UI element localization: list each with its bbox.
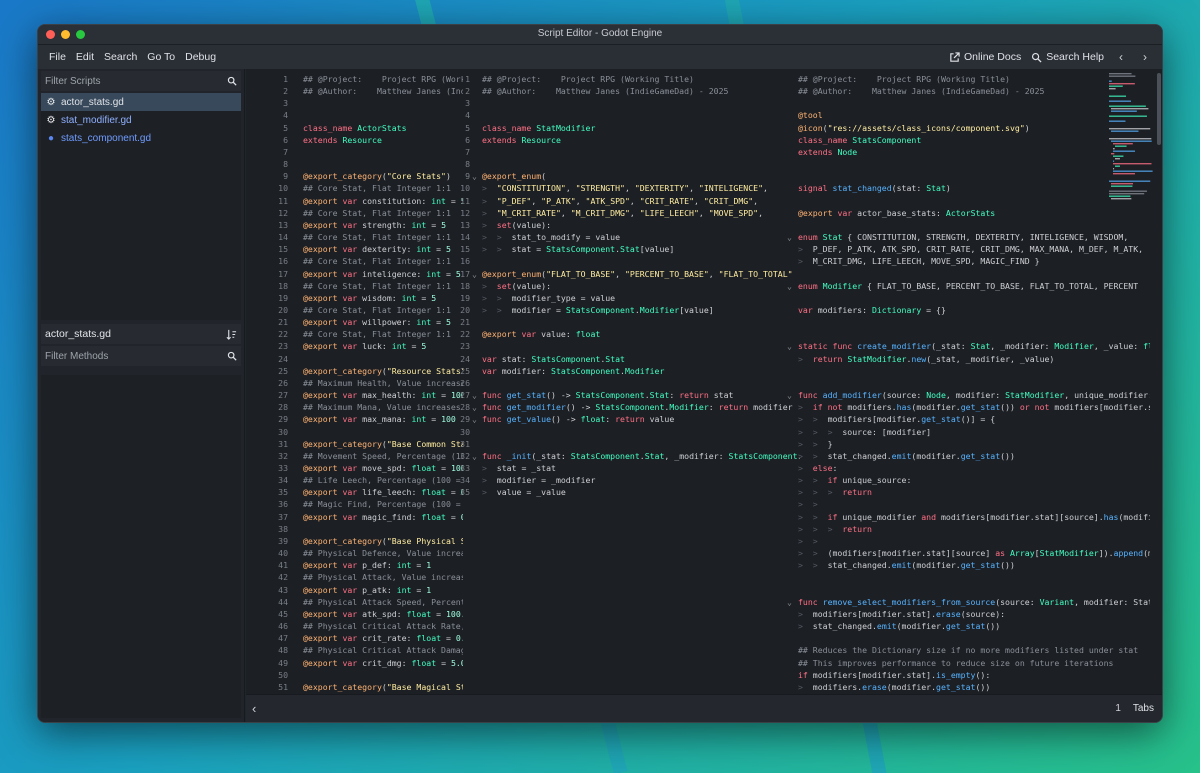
- gear-icon: ⚙: [46, 96, 56, 108]
- toolbar-right: Online Docs Search Help ‹ ›: [949, 50, 1162, 64]
- chevron-left-icon[interactable]: ‹: [1114, 50, 1128, 64]
- methods-list: [41, 375, 241, 718]
- menu-edit[interactable]: Edit: [71, 51, 99, 63]
- minimap-line: [1109, 100, 1131, 102]
- minimap-line: [1109, 85, 1123, 87]
- code-column-actor-stats[interactable]: ## @Project: Project RPG (Working Title)…: [303, 73, 463, 693]
- script-item-label: stats_component.gd: [61, 132, 152, 144]
- minimap-line: [1109, 75, 1136, 77]
- code-column-stats-component[interactable]: ## @Project: Project RPG (Working Title)…: [798, 73, 1150, 693]
- script-item-stats-component[interactable]: ● stats_component.gd: [41, 129, 241, 147]
- external-link-icon: [950, 51, 960, 62]
- scripts-panel: Filter Scripts ⚙ actor_stats.gd ⚙ stat_m…: [38, 69, 245, 722]
- filter-methods-placeholder: Filter Methods: [45, 350, 109, 362]
- minimap-line: [1109, 120, 1126, 122]
- status-bar: ‹ 1 Tabs: [246, 694, 1162, 722]
- script-item-actor-stats[interactable]: ⚙ actor_stats.gd: [41, 93, 241, 111]
- minimap-line: [1113, 143, 1133, 145]
- fold-gutter: ⌄ ⌄ ⌄ ⌄ ⌄ ⌄: [472, 171, 477, 461]
- menu-bar: File Edit Search Go To Debug Online Docs…: [38, 45, 1162, 69]
- minimap-line: [1109, 80, 1112, 82]
- code-column-stat-modifier[interactable]: ## @Project: Project RPG (Working Title)…: [482, 73, 800, 498]
- minimap-line: [1113, 160, 1115, 162]
- minimap-line: [1115, 145, 1127, 147]
- current-file-name: actor_stats.gd: [45, 328, 111, 340]
- script-item-stat-modifier[interactable]: ⚙ stat_modifier.gd: [41, 111, 241, 129]
- search-icon: [227, 351, 237, 361]
- collapse-panel-icon[interactable]: ‹: [246, 701, 256, 716]
- minimap-line: [1109, 115, 1147, 117]
- minimap-line: [1109, 193, 1145, 195]
- line-gutter: 1 2 3 4 5 6 7 8 9 10 11 12 13 14 15 16 1…: [278, 74, 288, 692]
- title-bar: Script Editor - Godot Engine: [38, 25, 1162, 45]
- minimap-line: [1111, 153, 1115, 155]
- minimap-line: [1109, 190, 1147, 192]
- minimap-line: [1109, 88, 1116, 90]
- minimap-line: [1113, 170, 1153, 172]
- minimap-line: [1115, 158, 1120, 160]
- filter-scripts-input[interactable]: Filter Scripts: [41, 71, 241, 91]
- menu-debug[interactable]: Debug: [180, 51, 221, 63]
- minimap-line: [1113, 168, 1115, 170]
- minimap-line: [1111, 110, 1137, 112]
- minimap-line: [1109, 138, 1152, 140]
- minimap-line: [1113, 148, 1115, 150]
- script-item-label: actor_stats.gd: [61, 96, 124, 108]
- search-help-label: Search Help: [1046, 51, 1104, 63]
- fold-gutter: ⌄ ⌄ ⌄ ⌄ ⌄: [787, 232, 792, 607]
- code-minimap[interactable]: [1109, 73, 1155, 213]
- minimap-line: [1111, 108, 1149, 110]
- node-circle-icon: ●: [47, 132, 55, 144]
- menu-search[interactable]: Search: [99, 51, 142, 63]
- minimap-line: [1111, 183, 1133, 185]
- minimap-line: [1109, 105, 1146, 107]
- minimap-line: [1109, 128, 1151, 130]
- menu-go-to[interactable]: Go To: [142, 51, 180, 63]
- line-number-status: 1: [1115, 703, 1121, 714]
- current-file-field[interactable]: actor_stats.gd: [41, 324, 241, 344]
- gear-icon: ⚙: [46, 114, 56, 126]
- search-help-icon: [1032, 52, 1042, 63]
- minimap-line: [1113, 163, 1152, 165]
- minimap-line: [1109, 73, 1132, 75]
- search-help-button[interactable]: Search Help: [1031, 51, 1104, 63]
- minimap-line: [1113, 173, 1135, 175]
- menu-file[interactable]: File: [44, 51, 71, 63]
- fold-gutter: [290, 73, 300, 681]
- indent-mode-status: Tabs: [1132, 703, 1154, 714]
- chevron-right-icon[interactable]: ›: [1138, 50, 1152, 64]
- minimap-line: [1109, 95, 1127, 97]
- minimap-line: [1115, 165, 1120, 167]
- minimap-line: [1111, 130, 1139, 132]
- editor-window: Script Editor - Godot Engine File Edit S…: [37, 24, 1163, 723]
- minimap-line: [1109, 180, 1151, 182]
- minimap-line: [1113, 155, 1124, 157]
- minimap-line: [1113, 150, 1135, 152]
- minimap-line: [1111, 140, 1152, 142]
- minimap-line: [1111, 198, 1132, 200]
- line-gutter: 1 2 3 4 5 6 7 8 9 10 11 12 13 14 15 16 1…: [460, 74, 470, 498]
- minimap-line: [1111, 185, 1133, 187]
- minimap-line: [1109, 83, 1135, 85]
- search-icon: [227, 76, 237, 86]
- online-docs-label: Online Docs: [964, 51, 1022, 63]
- filter-scripts-placeholder: Filter Scripts: [45, 75, 101, 87]
- minimap-line: [1109, 195, 1131, 197]
- sort-icon[interactable]: [226, 329, 237, 340]
- vertical-scrollbar[interactable]: [1157, 73, 1161, 145]
- code-editor[interactable]: 1 2 3 4 5 6 7 8 9 10 11 12 13 14 15 16 1…: [246, 69, 1162, 694]
- online-docs-button[interactable]: Online Docs: [949, 51, 1021, 63]
- script-list: ⚙ actor_stats.gd ⚙ stat_modifier.gd ● st…: [41, 93, 241, 320]
- script-item-label: stat_modifier.gd: [61, 114, 132, 126]
- window-title: Script Editor - Godot Engine: [537, 28, 663, 39]
- filter-methods-input[interactable]: Filter Methods: [41, 346, 241, 366]
